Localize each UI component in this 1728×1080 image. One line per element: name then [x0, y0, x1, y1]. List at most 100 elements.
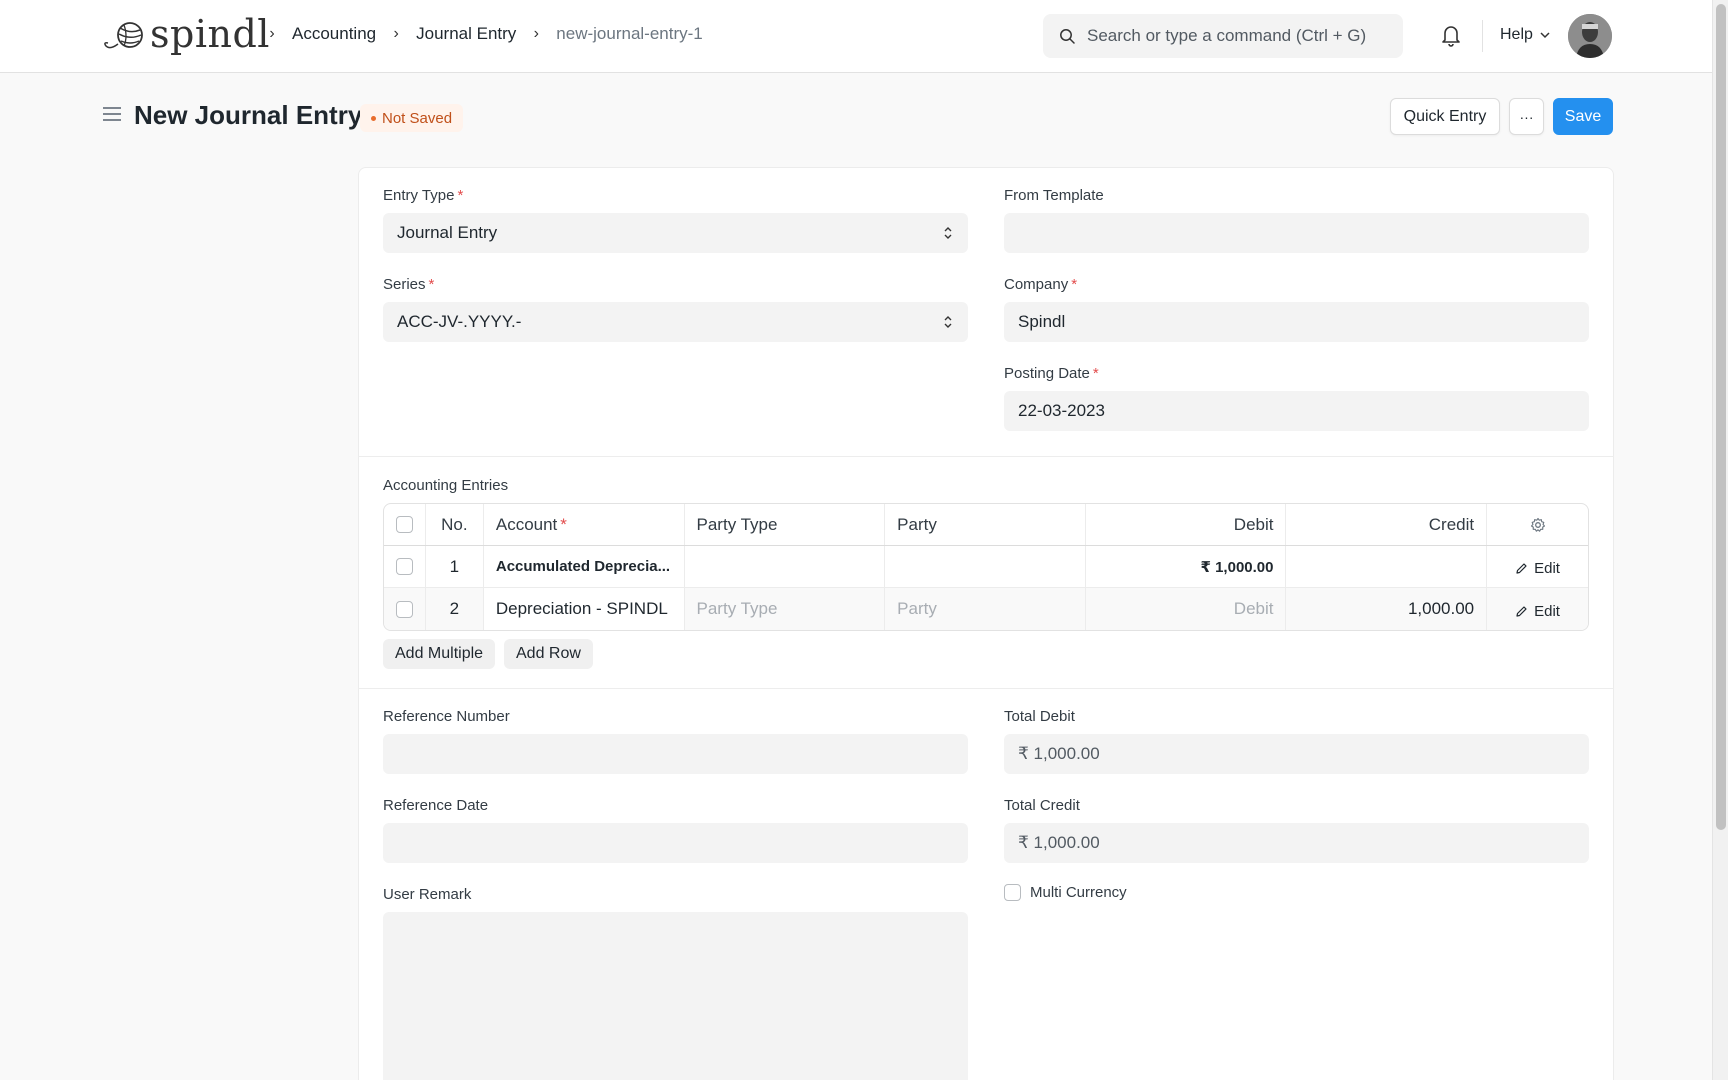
row-credit[interactable]: 1,000.00 [1286, 588, 1488, 630]
page-scrollbar[interactable] [1712, 0, 1728, 1080]
total-credit-field: ₹ 1,000.00 [1004, 823, 1589, 863]
column-party: Party [885, 504, 1086, 545]
hamburger-icon [103, 107, 121, 121]
posting-date-label-text: Posting Date [1004, 365, 1090, 382]
row-debit[interactable]: Debit [1086, 588, 1287, 630]
table-header: No. Account * Party Type Party Debit Cred… [384, 504, 1588, 546]
row-edit-cell: Edit [1487, 588, 1588, 630]
row-party-type[interactable]: Party Type [685, 588, 886, 630]
help-dropdown[interactable]: Help [1500, 26, 1551, 44]
select-arrows-icon [944, 316, 952, 328]
breadcrumb-current[interactable]: new-journal-entry-1 [556, 24, 702, 44]
row-account[interactable]: Accumulated Deprecia... [484, 546, 685, 587]
user-remark-textarea[interactable] [383, 912, 968, 1080]
save-button[interactable]: Save [1553, 98, 1613, 135]
column-credit: Credit [1286, 504, 1488, 545]
row-checkbox[interactable] [395, 558, 413, 575]
quick-entry-button[interactable]: Quick Entry [1390, 98, 1500, 135]
user-remark-label: User Remark [383, 886, 472, 903]
avatar-image [1568, 14, 1612, 58]
chevron-right-icon: › [393, 25, 399, 42]
chevron-down-icon [1540, 32, 1550, 39]
row-credit[interactable] [1286, 546, 1488, 587]
company-field[interactable]: Spindl [1004, 302, 1589, 342]
status-label: Not Saved [382, 109, 453, 127]
bell-icon [1442, 26, 1460, 47]
select-arrows-icon [944, 227, 952, 239]
row-party[interactable]: Party [885, 588, 1086, 630]
pencil-icon [1516, 563, 1527, 574]
required-marker: * [1071, 276, 1078, 293]
posting-date-field[interactable]: 22-03-2023 [1004, 391, 1589, 431]
navbar: spindl › Accounting › Journal Entry › ne… [0, 0, 1712, 73]
help-label: Help [1500, 26, 1533, 43]
row-edit-button[interactable]: Edit [1515, 560, 1560, 577]
section-divider [358, 688, 1614, 689]
from-template-field[interactable] [1004, 213, 1589, 253]
reference-number-label: Reference Number [383, 708, 510, 725]
column-account-text: Account [495, 514, 558, 534]
gear-icon [1530, 517, 1545, 532]
reference-date-field[interactable] [383, 823, 968, 863]
series-value: ACC-JV-.YYYY.- [397, 312, 522, 331]
column-no: No. [426, 504, 484, 545]
logo[interactable]: spindl [102, 15, 270, 53]
row-checkbox[interactable] [395, 600, 413, 618]
table-row[interactable]: 1 Accumulated Deprecia... ₹ 1,000.00 Edi… [384, 546, 1588, 588]
entry-type-label-text: Entry Type [383, 187, 455, 204]
from-template-label: From Template [1004, 187, 1104, 204]
required-marker: * [457, 187, 464, 204]
entry-type-select[interactable]: Journal Entry [383, 213, 968, 253]
chevron-right-icon: › [533, 25, 539, 42]
entry-type-label: Entry Type * [383, 187, 463, 204]
notifications-button[interactable] [1440, 23, 1462, 52]
breadcrumb: › Accounting › Journal Entry › new-journ… [260, 24, 711, 44]
add-multiple-button[interactable]: Add Multiple [383, 639, 496, 669]
row-checkbox-cell [384, 546, 426, 587]
accounting-entries-label: Accounting Entries [383, 477, 509, 494]
total-debit-field: ₹ 1,000.00 [1004, 734, 1589, 774]
total-debit-label: Total Debit [1004, 708, 1075, 725]
section-divider [358, 456, 1614, 457]
row-party-type[interactable] [685, 546, 886, 587]
column-party-type: Party Type [685, 504, 886, 545]
scrollbar-thumb[interactable] [1716, 4, 1726, 830]
series-label-text: Series [383, 276, 426, 293]
search-bar[interactable] [1043, 14, 1403, 58]
row-no: 1 [426, 546, 484, 587]
reference-number-field[interactable] [383, 734, 968, 774]
series-label: Series * [383, 276, 434, 293]
posting-date-label: Posting Date * [1004, 365, 1099, 382]
pencil-icon [1516, 605, 1527, 617]
breadcrumb-journal-entry[interactable]: Journal Entry [416, 24, 516, 44]
select-all-checkbox[interactable] [395, 516, 413, 533]
row-edit-button[interactable]: Edit [1515, 603, 1560, 620]
chevron-right-icon: › [269, 25, 275, 42]
multi-currency-checkbox[interactable] [1004, 884, 1021, 901]
row-account[interactable]: Depreciation - SPINDL [483, 588, 685, 630]
required-marker: * [1092, 365, 1099, 382]
reference-date-label: Reference Date [383, 797, 489, 814]
add-row-button[interactable]: Add Row [504, 639, 593, 669]
search-input[interactable] [1087, 26, 1387, 46]
more-actions-button[interactable]: ··· [1509, 98, 1544, 135]
column-settings[interactable] [1487, 504, 1588, 545]
entry-type-value: Journal Entry [397, 223, 498, 242]
accounting-entries-table: No. Account * Party Type Party Debit Cred… [383, 503, 1589, 631]
table-row[interactable]: 2 Depreciation - SPINDL Party Type Party… [384, 588, 1588, 630]
column-account: Account * [484, 504, 685, 545]
logo-text: spindl [150, 12, 270, 56]
row-party[interactable] [885, 546, 1086, 587]
multi-currency-toggle[interactable]: Multi Currency [1004, 884, 1127, 901]
column-debit: Debit [1086, 504, 1287, 545]
total-credit-label: Total Credit [1004, 797, 1080, 814]
company-label: Company * [1004, 276, 1077, 293]
row-debit[interactable]: ₹ 1,000.00 [1086, 546, 1287, 587]
yarn-logo-icon [104, 22, 143, 49]
row-no: 2 [426, 588, 484, 630]
avatar[interactable] [1568, 14, 1612, 58]
series-select[interactable]: ACC-JV-.YYYY.- [383, 302, 968, 342]
header-checkbox-cell [384, 504, 426, 545]
breadcrumb-accounting[interactable]: Accounting [292, 24, 376, 44]
sidebar-toggle[interactable] [102, 106, 122, 127]
